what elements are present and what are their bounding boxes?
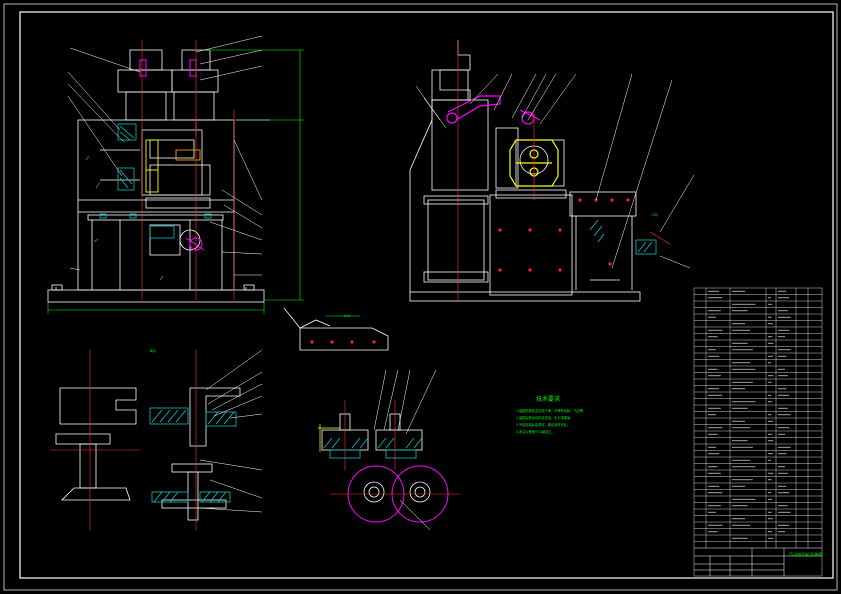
bracket-holes [310,340,376,344]
tech-requirements-line: 2.装配后各运动件应灵活，无卡滞现象。 [516,415,573,420]
parts-list-text [708,290,791,539]
tech-requirements-line: 1.装配前零件应清洗干净，不得有毛刺、飞边等。 [516,408,586,413]
front-view-yellow [145,139,159,193]
front-view [47,49,265,303]
front-view-dimensions [47,49,304,314]
view-label-b: B向 [150,348,156,353]
front-view-orange [175,149,201,161]
drawing-title: 气动冲压机总装图 [789,551,823,558]
side-view [409,40,641,302]
side-view-hatch [589,219,657,255]
cad-drawing-sheet: 技术要求 1.装配前零件应清洗干净，不得有毛刺、飞边等。 2.装配后各运动件应灵… [3,3,838,591]
detail-view-left [55,387,137,501]
front-view-leaders [67,35,270,276]
roller-hatch [323,437,423,459]
detail-view-right-hatch [149,407,237,503]
view-label-c: C向 [652,212,658,217]
view-label-a: A-A [344,314,350,318]
tech-requirements-title: 技术要求 [536,395,560,403]
side-view-holes [498,198,630,272]
detail-view-right-leaders [199,349,263,513]
tech-requirements-line: 4.未注公差按IT12级加工。 [516,429,555,434]
parts-list [693,287,823,577]
detail-view-left-center [50,350,140,530]
tech-requirements: 技术要求 1.装配前零件应清洗干净，不得有毛刺、飞边等。 2.装配后各运动件应灵… [516,395,586,434]
tech-requirements-line: 3.气缸安装后应调试，保证动作可靠。 [516,422,570,427]
bracket-detail [283,307,389,351]
roller-dimension [318,424,340,452]
